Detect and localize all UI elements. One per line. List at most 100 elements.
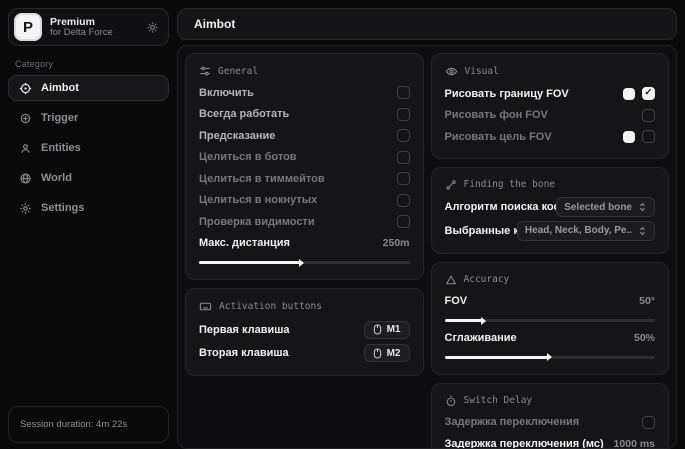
sidebar-item-label: Trigger (41, 112, 78, 124)
card-switch-delay-header: Switch Delay (445, 395, 656, 407)
visibility-check-checkbox[interactable] (397, 215, 410, 228)
card-visual-header: Visual (445, 65, 656, 78)
fov-border-color-swatch[interactable] (623, 88, 635, 100)
draw-fov-border-row: Рисовать границу FOV (445, 83, 656, 105)
smoothing-slider[interactable] (445, 356, 656, 359)
card-switch-delay: Switch Delay Задержка переключения Задер… (431, 383, 670, 449)
draw-fov-border-checkbox[interactable] (642, 87, 655, 100)
settings-icon (19, 202, 32, 215)
slider-fill[interactable] (445, 319, 483, 322)
prediction-checkbox[interactable] (397, 129, 410, 142)
card-accuracy-header: Accuracy (445, 274, 656, 286)
card-title: Accuracy (464, 274, 510, 285)
enable-checkbox[interactable] (397, 86, 410, 99)
card-general-header: General (199, 65, 410, 77)
draw-fov-background-row: Рисовать фон FOV (445, 105, 656, 127)
sidebar-nav: Aimbot Trigger Entities (8, 75, 169, 221)
switch-delay-ms-value: 1000 ms (614, 438, 655, 449)
second-key-value: M2 (387, 348, 401, 359)
sidebar-item-aimbot[interactable]: Aimbot (8, 75, 169, 101)
draw-fov-background-checkbox[interactable] (642, 109, 655, 122)
triangle-icon (445, 274, 457, 286)
world-icon (19, 172, 32, 185)
toggle-row-target-knocked: Целиться в нокнутых (199, 190, 410, 212)
sidebar-item-world[interactable]: World (8, 165, 169, 191)
card-title: General (218, 66, 258, 77)
toggle-row-target-bots: Целиться в ботов (199, 147, 410, 169)
toggle-label: Всегда работать (199, 108, 289, 120)
left-column: General Включить Всегда работать Предска… (185, 53, 424, 376)
target-bots-checkbox[interactable] (397, 151, 410, 164)
smoothing-row: Сглаживание 50% (445, 327, 656, 349)
card-activation-buttons: Activation buttons Первая клавиша M1 (185, 288, 424, 376)
slider-fill[interactable] (199, 261, 300, 264)
card-title: Activation buttons (219, 301, 322, 312)
toggle-row-visibility-check: Проверка видимости (199, 211, 410, 233)
smoothing-value: 50% (634, 332, 655, 344)
second-key-label: Вторая клавиша (199, 347, 289, 359)
always-work-checkbox[interactable] (397, 108, 410, 121)
fov-target-color-swatch[interactable] (623, 131, 635, 143)
target-teammates-checkbox[interactable] (397, 172, 410, 185)
content-panel: General Включить Всегда работать Предска… (177, 45, 677, 449)
sidebar: P Premium for Delta Force Category (0, 0, 177, 449)
card-finding-bone-header: Finding the bone (445, 179, 656, 191)
sidebar-item-label: Aimbot (41, 82, 79, 94)
mouse-icon (373, 348, 382, 359)
toggle-label: Целиться в тиммейтов (199, 173, 325, 185)
page-title: Aimbot (194, 17, 235, 31)
sidebar-item-trigger[interactable]: Trigger (8, 105, 169, 131)
gear-icon[interactable] (146, 21, 159, 34)
toggle-row-always-work: Всегда работать (199, 104, 410, 126)
fov-label: FOV (445, 295, 468, 307)
sidebar-item-label: Settings (41, 202, 84, 214)
switch-delay-toggle-row: Задержка переключения (445, 412, 656, 434)
card-title: Finding the bone (464, 179, 556, 190)
card-accuracy: Accuracy FOV 50° Сглаживание 50% (431, 262, 670, 375)
switch-delay-checkbox[interactable] (642, 416, 655, 429)
toggle-row-target-teammates: Целиться в тиммейтов (199, 168, 410, 190)
bone-algorithm-value: Selected bone (564, 202, 632, 213)
category-label: Category (15, 59, 169, 69)
trigger-icon (19, 112, 32, 125)
second-key-bind-button[interactable]: M2 (364, 344, 410, 362)
max-distance-slider[interactable] (199, 261, 410, 264)
toggle-label: Проверка видимости (199, 216, 315, 228)
selected-bones-select[interactable]: Head, Neck, Body, Pe.. (517, 221, 655, 241)
first-key-label: Первая клавиша (199, 324, 290, 336)
max-distance-value: 250m (383, 237, 410, 249)
toggle-label: Целиться в ботов (199, 151, 297, 163)
max-distance-row: Макс. дистанция 250m (199, 233, 410, 255)
main-area: Aimbot General Включить (177, 0, 685, 449)
switch-delay-ms-label: Задержка переключения (мс) (445, 438, 604, 449)
fov-row: FOV 50° (445, 291, 656, 313)
card-finding-bone: Finding the bone Алгоритм поиска кост Se… (431, 167, 670, 254)
toggle-label: Включить (199, 87, 254, 99)
toggle-row-enable: Включить (199, 82, 410, 104)
switch-delay-toggle-label: Задержка переключения (445, 416, 580, 428)
slider-fill[interactable] (445, 356, 548, 359)
first-key-row: Первая клавиша M1 (199, 318, 410, 342)
target-knocked-checkbox[interactable] (397, 194, 410, 207)
entities-icon (19, 142, 32, 155)
first-key-bind-button[interactable]: M1 (364, 321, 410, 339)
app-window: P Premium for Delta Force Category (0, 0, 685, 449)
draw-fov-target-row: Рисовать цель FOV (445, 126, 656, 148)
draw-fov-target-checkbox[interactable] (642, 130, 655, 143)
sidebar-item-entities[interactable]: Entities (8, 135, 169, 161)
draw-fov-target-label: Рисовать цель FOV (445, 131, 552, 143)
sidebar-item-settings[interactable]: Settings (8, 195, 169, 221)
selected-bones-value: Head, Neck, Body, Pe.. (525, 225, 632, 236)
switch-delay-ms-row: Задержка переключения (мс) 1000 ms (445, 433, 656, 449)
fov-slider[interactable] (445, 319, 656, 322)
session-duration-label: Session duration: 4m 22s (20, 419, 127, 430)
app-logo: P (14, 13, 42, 41)
card-title: Visual (465, 66, 499, 77)
card-visual: Visual Рисовать границу FOV Рисовать фон… (431, 53, 670, 159)
bone-algorithm-select[interactable]: Selected bone (556, 197, 655, 217)
right-column: Visual Рисовать границу FOV Рисовать фон… (431, 53, 670, 449)
card-activation-header: Activation buttons (199, 300, 410, 313)
second-key-row: Вторая клавиша M2 (199, 342, 410, 366)
card-title: Switch Delay (464, 395, 533, 406)
chevrons-up-down-icon (638, 226, 647, 236)
